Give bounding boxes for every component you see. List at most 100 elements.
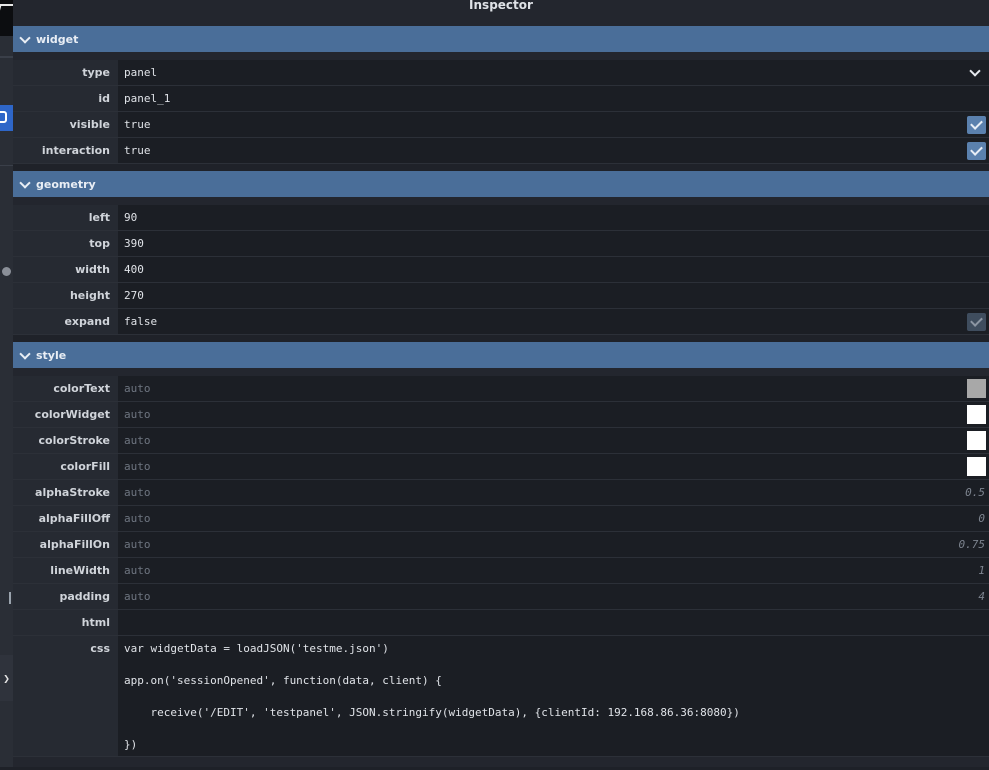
prop-colorText-label: colorText xyxy=(13,376,118,401)
prop-top-input[interactable]: 390 xyxy=(118,231,989,256)
prop-height-label: height xyxy=(13,283,118,308)
prop-height-row: height 270 xyxy=(13,283,989,309)
prop-padding-label: padding xyxy=(13,584,118,609)
prop-id-row: id panel_1 xyxy=(13,86,989,112)
chevron-down-icon xyxy=(19,176,31,189)
chevron-right-icon: ❯ xyxy=(3,671,10,685)
prop-width-label: width xyxy=(13,257,118,282)
prop-colorStroke-input[interactable]: auto xyxy=(118,428,989,453)
prop-lineWidth-row: lineWidth auto 1 xyxy=(13,558,989,584)
camera-icon[interactable] xyxy=(0,105,13,131)
prop-padding-input[interactable]: auto 4 xyxy=(118,584,989,609)
prop-alphaStroke-input[interactable]: auto 0.5 xyxy=(118,480,989,505)
prop-colorWidget-row: colorWidget auto xyxy=(13,402,989,428)
prop-html-row: html xyxy=(13,610,989,636)
prop-alphaFillOn-row: alphaFillOn auto 0.75 xyxy=(13,532,989,558)
app-logo xyxy=(0,0,13,36)
prop-width-input[interactable]: 400 xyxy=(118,257,989,282)
prop-colorWidget-placeholder: auto xyxy=(124,408,151,421)
prop-colorStroke-label: colorStroke xyxy=(13,428,118,453)
prop-top-row: top 390 xyxy=(13,231,989,257)
prop-colorWidget-swatch[interactable] xyxy=(967,405,986,424)
chevron-down-icon xyxy=(19,347,31,360)
prop-alphaStroke-row: alphaStroke auto 0.5 xyxy=(13,480,989,506)
prop-alphaStroke-label: alphaStroke xyxy=(13,480,118,505)
prop-expand-input[interactable]: false xyxy=(118,309,989,334)
inspector-panel: Inspector widget type panel id panel_1 v… xyxy=(13,0,989,767)
prop-padding-placeholder: auto xyxy=(124,590,151,603)
prop-alphaFillOff-row: alphaFillOff auto 0 xyxy=(13,506,989,532)
prop-alphaStroke-placeholder: auto xyxy=(124,486,151,499)
prop-lineWidth-input[interactable]: auto 1 xyxy=(118,558,989,583)
prop-interaction-input[interactable]: true xyxy=(118,138,989,163)
prop-interaction-checkbox[interactable] xyxy=(967,142,986,160)
prop-expand-checkbox[interactable] xyxy=(967,313,986,331)
prop-expand-label: expand xyxy=(13,309,118,334)
prop-left-label: left xyxy=(13,205,118,230)
prop-visible-label: visible xyxy=(13,112,118,137)
prop-colorText-row: colorText auto xyxy=(13,376,989,402)
prop-left-input[interactable]: 90 xyxy=(118,205,989,230)
section-widget-title: widget xyxy=(36,32,79,46)
prop-colorFill-input[interactable]: auto xyxy=(118,454,989,479)
prop-colorFill-row: colorFill auto xyxy=(13,454,989,480)
prop-interaction-label: interaction xyxy=(13,138,118,163)
prop-alphaFillOn-input[interactable]: auto 0.75 xyxy=(118,532,989,557)
prop-id-input[interactable]: panel_1 xyxy=(118,86,989,111)
prop-alphaFillOn-label: alphaFillOn xyxy=(13,532,118,557)
knob-icon[interactable] xyxy=(2,267,11,276)
prop-visible-checkbox[interactable] xyxy=(967,116,986,134)
prop-type-row: type panel xyxy=(13,60,989,86)
prop-visible-row: visible true xyxy=(13,112,989,138)
prop-colorFill-placeholder: auto xyxy=(124,460,151,473)
prop-colorStroke-swatch[interactable] xyxy=(967,431,986,450)
prop-css-editor[interactable]: var widgetData = loadJSON('testme.json')… xyxy=(118,636,989,756)
prop-css-label: css xyxy=(13,636,118,756)
prop-expand-value: false xyxy=(124,315,158,328)
prop-alphaFillOn-default: 0.75 xyxy=(958,538,986,551)
code-line: app.on('sessionOpened', function(data, c… xyxy=(124,674,442,687)
chevron-down-icon xyxy=(19,31,31,44)
prop-type-select[interactable]: panel xyxy=(118,60,989,85)
prop-top-label: top xyxy=(13,231,118,256)
prop-colorText-swatch[interactable] xyxy=(967,379,986,398)
prop-css-row: css var widgetData = loadJSON('testme.js… xyxy=(13,636,989,757)
prop-colorStroke-row: colorStroke auto xyxy=(13,428,989,454)
section-style-header[interactable]: style xyxy=(13,342,989,368)
prop-left-row: left 90 xyxy=(13,205,989,231)
prop-alphaStroke-default: 0.5 xyxy=(965,486,985,499)
prop-expand-row: expand false xyxy=(13,309,989,335)
prop-alphaFillOff-placeholder: auto xyxy=(124,512,151,525)
prop-alphaFillOff-input[interactable]: auto 0 xyxy=(118,506,989,531)
prop-colorWidget-label: colorWidget xyxy=(13,402,118,427)
prop-padding-default: 4 xyxy=(978,590,985,603)
prop-type-label: type xyxy=(13,60,118,85)
prop-interaction-row: interaction true xyxy=(13,138,989,164)
marker-icon xyxy=(9,592,11,604)
prop-type-value: panel xyxy=(124,66,158,79)
inspector-title: Inspector xyxy=(13,0,989,19)
prop-padding-row: padding auto 4 xyxy=(13,584,989,610)
prop-lineWidth-label: lineWidth xyxy=(13,558,118,583)
section-style-title: style xyxy=(36,348,67,362)
prop-interaction-value: true xyxy=(124,144,151,157)
prop-alphaFillOn-placeholder: auto xyxy=(124,538,151,551)
prop-visible-input[interactable]: true xyxy=(118,112,989,137)
prop-colorText-input[interactable]: auto xyxy=(118,376,989,401)
prop-colorWidget-input[interactable]: auto xyxy=(118,402,989,427)
prop-html-input[interactable] xyxy=(118,610,989,635)
prop-visible-value: true xyxy=(124,118,151,131)
section-geometry-title: geometry xyxy=(36,177,96,191)
section-widget-header[interactable]: widget xyxy=(13,26,989,52)
prop-width-row: width 400 xyxy=(13,257,989,283)
prop-alphaFillOff-label: alphaFillOff xyxy=(13,506,118,531)
prop-colorFill-swatch[interactable] xyxy=(967,457,986,476)
prop-lineWidth-placeholder: auto xyxy=(124,564,151,577)
collapse-panel-button[interactable]: ❯ xyxy=(0,655,13,701)
underlying-app-strip: ❯ xyxy=(0,0,13,767)
section-geometry-header[interactable]: geometry xyxy=(13,171,989,197)
prop-alphaFillOff-default: 0 xyxy=(978,512,985,525)
prop-html-label: html xyxy=(13,610,118,635)
prop-height-input[interactable]: 270 xyxy=(118,283,989,308)
code-line: }) xyxy=(124,738,138,751)
